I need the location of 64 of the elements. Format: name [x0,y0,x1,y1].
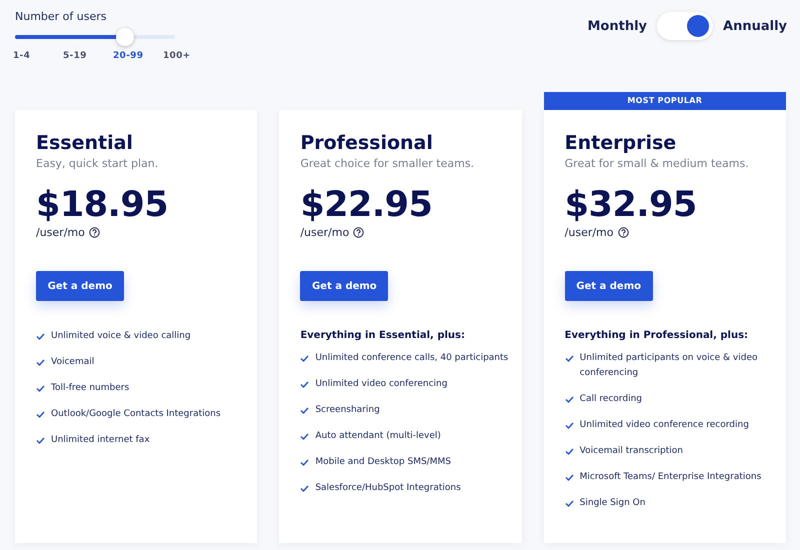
feature-text: Auto attendant (multi-level) [315,430,441,443]
check-icon [36,437,45,444]
users-range-option[interactable]: 5-19 [63,51,113,61]
feature-text: Unlimited internet fax [51,434,150,447]
check-icon [300,459,310,466]
plan-tagline: Easy, quick start plan. [36,157,160,170]
price-unit: /user/mo [36,226,85,239]
slider-label: Number of users [15,10,108,23]
feature-text: Screensharing [315,404,380,417]
feature-text: Mobile and Desktop SMS/MMS [315,456,451,469]
plan-price: $22.95 [300,184,434,226]
feature-text: Call recording [580,393,642,406]
feature-text: Unlimited video conference recording [580,419,749,432]
check-icon [300,355,310,362]
feature-text: Unlimited video conferencing [315,378,448,391]
check-icon [564,448,574,455]
check-icon [36,333,45,340]
check-icon [300,407,310,414]
demo-button[interactable]: Get a demo [300,271,388,301]
plan-tagline: Great choice for smaller teams. [300,157,476,170]
users-range-option[interactable]: 100+ [163,51,213,61]
plan-price: $32.95 [564,184,698,226]
features-intro: Everything in Professional, plus: [564,330,750,341]
plan-name: Enterprise [564,132,678,154]
annually-label[interactable]: Annually [723,18,787,34]
feature-text: Toll-free numbers [51,382,130,395]
plan-name: Professional [300,132,434,154]
check-icon [564,396,574,403]
feature-text: Unlimited voice & video calling [51,330,191,343]
feature-text: Salesforce/HubSpot Integrations [315,482,461,495]
check-icon [36,359,45,366]
features-intro: Everything in Essential, plus: [300,330,466,341]
users-range-option[interactable]: 20-99 [113,51,163,61]
feature-text: Voicemail [51,356,94,369]
feature-text: Voicemail transcription [580,445,683,458]
plan-tagline: Great for small & medium teams. [564,157,750,170]
feature-text: Outlook/Google Contacts Integrations [51,408,221,421]
price-unit: /user/mo [564,226,614,239]
slider-thumb[interactable] [116,28,134,46]
monthly-label[interactable]: Monthly [587,18,648,34]
check-icon [300,381,310,388]
check-icon [300,433,310,440]
check-icon [564,422,574,429]
demo-button[interactable]: Get a demo [564,271,653,301]
users-range-option[interactable]: 1-4 [13,51,63,61]
plan-price: $18.95 [36,184,170,226]
help-icon[interactable] [353,227,364,238]
feature-text: Unlimited participants on voice & video conferencing [580,352,758,380]
check-icon [564,500,574,507]
check-icon [564,474,574,481]
check-icon [300,485,310,492]
popular-banner: MOST POPULAR [544,92,786,110]
demo-button[interactable]: Get a demo [36,271,124,301]
price-unit: /user/mo [300,226,350,239]
feature-text: Unlimited conference calls, 40 participants [315,352,508,365]
help-icon[interactable] [618,227,629,238]
check-icon [36,385,45,392]
plan-name: Essential [36,132,134,154]
feature-text: Microsoft Teams/ Enterprise Integrations [580,471,762,484]
feature-text: Single Sign On [580,497,646,510]
help-icon[interactable] [88,227,100,238]
check-icon [36,411,45,418]
check-icon [564,355,574,362]
billing-toggle[interactable] [657,12,714,40]
